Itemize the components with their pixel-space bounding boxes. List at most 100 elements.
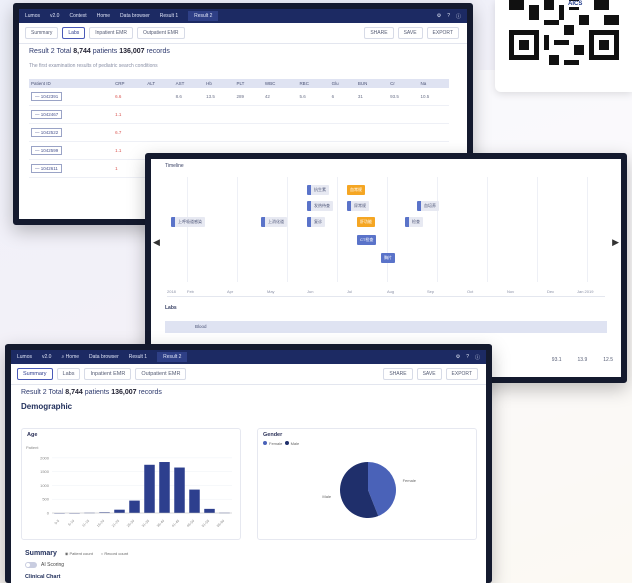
gender-chart-title: Gender [263,432,283,438]
radio-record-count[interactable]: ○ Record count [101,551,128,556]
tab-labs[interactable]: Labs [62,27,86,39]
col-header[interactable]: WBC [262,79,298,88]
app-version: v2.0 [50,13,60,19]
col-header[interactable]: ALT [145,79,174,88]
app-name[interactable]: Lumos [25,13,40,19]
gender-chart-card: Gender Female Male Female Male [257,428,477,540]
patient-id[interactable]: — 1042467 [31,110,63,119]
nav-item-result-2[interactable]: Result 2 [157,352,188,362]
timeline-event[interactable]: 抗生素 [307,185,329,195]
patient-id[interactable]: — 1042599 [31,146,63,155]
tab-inpatient-emr[interactable]: Inpatient EMR [89,27,133,39]
y-tick-label: 0 [47,511,50,516]
patient-id[interactable]: — 1042611 [31,164,62,173]
table-row[interactable]: — 1042522 6.7 [29,123,449,142]
nav-item-data-browser[interactable]: Data browser [89,354,119,360]
patient-id[interactable]: — 1042522 [31,128,63,137]
timeline-event[interactable]: 上消化道 [261,217,287,227]
timeline-tick: May [267,289,275,294]
timeline-event[interactable]: 血常规 [347,185,365,195]
tab-labs[interactable]: Labs [56,368,81,380]
timeline-tick: Nov [507,289,515,294]
app-name[interactable]: Lumos [17,354,32,360]
nav-item-context[interactable]: Context [69,13,86,19]
ai-scoring-toggle[interactable]: AI Scoring [25,562,64,568]
timeline-tick: 2018 [167,289,176,294]
tab-outpatient-emr[interactable]: Outpatient EMR [135,368,187,380]
timeline-event[interactable]: 上呼吸道感染 [171,217,205,227]
share-button[interactable]: SHARE [383,368,413,380]
help-icon[interactable]: ? [447,13,450,20]
export-button[interactable]: EXPORT [445,368,478,380]
patient-count: 8,744 [65,389,83,396]
tab-summary[interactable]: Summary [25,27,59,39]
col-header[interactable]: AST [173,79,205,88]
table-cell: 8.6 [173,88,205,106]
save-button[interactable]: SAVE [416,368,442,380]
timeline-event[interactable]: 血培养 [417,201,439,211]
nav-item-home[interactable]: Home [97,13,110,19]
col-header[interactable]: BUN [355,79,389,88]
timeline-tick: Aug [387,289,395,294]
result-summary: Result 2 Total 8,744 patients 136,007 re… [19,44,467,59]
info-icon[interactable]: ⓘ [456,13,461,20]
save-button[interactable]: SAVE [397,27,423,39]
timeline-event[interactable]: 尿常规 [347,201,369,211]
nav-item-home[interactable]: ⌕ Home [61,354,79,360]
col-header[interactable]: Cr [388,79,419,88]
info-icon[interactable]: ⓘ [475,354,480,361]
labs-table-header: Blood [165,321,607,333]
patients-label: patients [92,48,118,55]
summary-title: Summary [25,550,57,557]
table-cell: 1.1 [113,141,146,160]
timeline-prev-icon[interactable]: ◀ [153,237,160,248]
radio-patient-count[interactable]: ◉ Patient count [65,551,93,556]
age-bar [144,464,155,513]
patient-id[interactable]: — 1042391 [31,92,63,101]
table-cell: 93.5 [388,88,419,106]
nav-item-data-browser[interactable]: Data browser [120,13,150,19]
tab-inpatient-emr[interactable]: Inpatient EMR [84,368,132,380]
x-tick-label: 46-50 [186,519,195,528]
tab-bar: Summary Labs Inpatient EMR Outpatient EM… [11,364,486,385]
col-header[interactable]: Patient ID [29,79,114,88]
share-button[interactable]: SHARE [364,27,394,39]
y-axis-label: Patient [26,445,39,450]
timeline-event[interactable]: 发热待查 [307,201,333,211]
y-tick-label: 500 [42,497,49,502]
timeline-event[interactable]: 胸片 [381,253,395,263]
nav-item-result-2[interactable]: Result 2 [188,11,219,21]
help-icon[interactable]: ? [466,354,469,361]
col-header[interactable]: Na [418,79,449,88]
timeline-event[interactable]: 肝功能 [357,217,375,227]
lab-value: 13.9 [577,357,588,363]
timeline-event[interactable]: CT检查 [357,235,377,245]
timeline-event[interactable]: 检查 [405,217,423,227]
settings-icon[interactable]: ⚙ [456,354,460,361]
table-cell: 6 [329,88,356,106]
tab-outpatient-emr[interactable]: Outpatient EMR [136,27,185,39]
col-header[interactable]: RBC [297,79,330,88]
col-header[interactable]: PLT [234,79,263,88]
nav-item-result-1[interactable]: Result 1 [129,354,147,360]
toggle-switch[interactable] [25,562,37,568]
table-row[interactable]: — 1042391 6.6 8.6 13.5 289 42 5.6 6 31 9… [29,88,449,106]
y-tick-label: 1500 [40,469,50,474]
table-cell: 1.1 [113,105,146,124]
gender-pie-chart: Female Male [322,462,417,518]
table-cell: 31 [355,88,389,106]
records-label: records [138,389,162,396]
timeline-next-icon[interactable]: ▶ [612,237,619,248]
settings-icon[interactable]: ⚙ [437,13,441,20]
nav-item-result-1[interactable]: Result 1 [160,13,178,19]
col-header[interactable]: Glu [329,79,356,88]
timeline-event[interactable]: 复诊 [307,217,325,227]
table-row[interactable]: — 1042467 1.1 [29,105,449,124]
col-header[interactable]: Hb [204,79,235,88]
section-label-labs: Labs [165,305,177,311]
window-summary: Lumos v2.0 ⌕ Home Data browser Result 1 … [5,344,492,583]
x-tick-label: 36-40 [156,519,165,528]
tab-summary[interactable]: Summary [17,368,53,380]
export-button[interactable]: EXPORT [426,27,459,39]
col-header[interactable]: CRP [113,79,146,88]
